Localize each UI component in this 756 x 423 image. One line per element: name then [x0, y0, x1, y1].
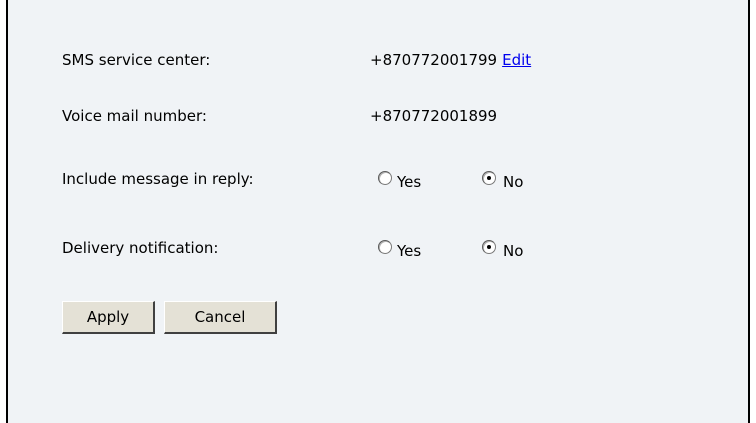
delivery-notification-no-radio[interactable] [482, 240, 496, 254]
delivery-notification-radio-group: Yes No [378, 236, 578, 260]
include-message-in-reply-row: Include message in reply: Yes No [62, 167, 562, 191]
include-message-yes-radio[interactable] [378, 171, 392, 185]
sms-service-center-value-group: +870772001799 Edit [370, 48, 531, 72]
delivery-notification-yes-radio[interactable] [378, 240, 392, 254]
delivery-notification-no-label[interactable]: No [503, 239, 523, 263]
sms-service-center-label: SMS service center: [62, 51, 211, 69]
voice-mail-number-value: +870772001899 [370, 107, 498, 125]
delivery-notification-yes-label[interactable]: Yes [397, 239, 421, 263]
include-message-yes-label[interactable]: Yes [397, 170, 421, 194]
apply-button[interactable]: Apply [62, 301, 155, 334]
delivery-notification-row: Delivery notification: Yes No [62, 236, 562, 260]
include-message-in-reply-label: Include message in reply: [62, 170, 254, 188]
include-message-in-reply-radio-group: Yes No [378, 167, 578, 191]
voice-mail-number-label: Voice mail number: [62, 107, 207, 125]
sms-settings-panel: SMS service center: +870772001799 Edit Vo… [6, 0, 750, 423]
edit-sms-service-center-link[interactable]: Edit [502, 51, 531, 69]
include-message-no-label[interactable]: No [503, 170, 523, 194]
include-message-no-radio[interactable] [482, 171, 496, 185]
cancel-button[interactable]: Cancel [164, 301, 277, 334]
sms-service-center-value: +870772001799 [370, 51, 498, 69]
delivery-notification-label: Delivery notification: [62, 239, 219, 257]
